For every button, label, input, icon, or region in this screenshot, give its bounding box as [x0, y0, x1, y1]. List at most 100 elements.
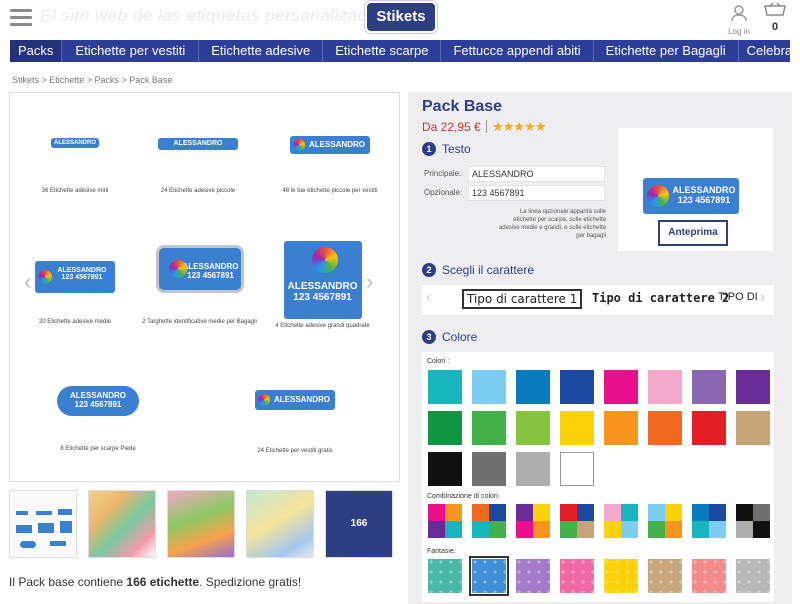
- nav-fettucce[interactable]: Fettucce appendi abiti: [441, 40, 594, 62]
- price-divider: [486, 120, 487, 133]
- combo-swatch[interactable]: [604, 504, 638, 538]
- pattern-swatch[interactable]: [736, 559, 770, 593]
- pattern-swatch[interactable]: [648, 559, 682, 593]
- main-line-input[interactable]: ALESSANDRO: [468, 166, 605, 182]
- font-option-1[interactable]: Tipo di carattere 1: [462, 289, 583, 309]
- pattern-swatch[interactable]: [428, 559, 462, 593]
- pattern-swatch[interactable]: [604, 559, 638, 593]
- step-number: 2: [422, 263, 436, 277]
- label-preview: ALESSANDRO: [255, 390, 335, 410]
- product-config-panel: Pack Base Da 22,95 € ★★★★★ 1 Testo Princi…: [408, 92, 792, 604]
- gallery-caption: 20 Etichette adesive medie: [38, 319, 112, 325]
- nav-celebrazioni[interactable]: Celebrazioni: [739, 40, 800, 62]
- thumbnail-photo-stickers[interactable]: [167, 490, 235, 558]
- section-text-header: 1 Testo: [422, 142, 471, 156]
- section-title: Testo: [442, 142, 471, 156]
- combo-swatch[interactable]: [516, 504, 550, 538]
- pack-description: Il Pack base contiene 166 etichette. Spe…: [9, 575, 302, 589]
- section-title: Colore: [442, 330, 478, 344]
- gallery-item-medium: ALESSANDRO 123 4567891 20 Etichette adesi…: [20, 261, 130, 325]
- color-swatch[interactable]: [472, 411, 506, 445]
- rating-stars[interactable]: ★★★★★: [492, 119, 546, 135]
- pattern-swatch[interactable]: [516, 559, 550, 593]
- color-swatch[interactable]: [516, 411, 550, 445]
- thumbnail-count[interactable]: 166: [325, 490, 393, 558]
- main-line-label: Principale:: [424, 169, 462, 178]
- nav-etichette-scarpe[interactable]: Etichette scarpe: [323, 40, 442, 62]
- color-swatch[interactable]: [428, 370, 462, 404]
- color-swatch[interactable]: [560, 370, 594, 404]
- gallery-caption: 24 Etichette per vestiti gratis: [257, 448, 333, 454]
- gallery-caption: 4 Etichette adesive grandi quadrate: [275, 323, 370, 329]
- color-swatch[interactable]: [736, 411, 770, 445]
- login-button[interactable]: Log in: [724, 4, 754, 36]
- login-label: Log in: [728, 27, 750, 36]
- font-prev-arrow[interactable]: ‹: [426, 289, 431, 307]
- combo-swatch[interactable]: [472, 504, 506, 538]
- thumbnail-labels[interactable]: [9, 490, 77, 558]
- optional-line-label: Opzionale:: [424, 188, 463, 197]
- nav-etichette-vestiti[interactable]: Etichette per vestiti: [62, 40, 200, 62]
- color-swatch[interactable]: [472, 452, 506, 486]
- pattern-swatch[interactable]: [469, 556, 509, 596]
- color-swatch[interactable]: [472, 370, 506, 404]
- top-bar: El sito web de las etiquetas personaliza…: [0, 0, 800, 38]
- font-option-2[interactable]: Tipo di carattere 2: [592, 291, 729, 305]
- thumbnail-photo-toys[interactable]: [88, 490, 156, 558]
- color-swatch[interactable]: [648, 370, 682, 404]
- color-swatch[interactable]: [692, 370, 726, 404]
- preview-label: ALESSANDRO 123 4567891: [643, 178, 739, 214]
- step-number: 1: [422, 142, 436, 156]
- header-banner: El sito web de las etiquetas personaliza…: [40, 6, 387, 25]
- snail-icon: [293, 139, 305, 151]
- color-swatch[interactable]: [428, 411, 462, 445]
- nav-packs[interactable]: Packs: [10, 40, 63, 62]
- label-preview: ALESSANDRO: [290, 136, 370, 154]
- gallery-next-arrow[interactable]: ›: [366, 269, 373, 295]
- combo-swatch[interactable]: [560, 504, 594, 538]
- color-swatch[interactable]: [648, 411, 682, 445]
- font-option-3[interactable]: TIPO DI: [718, 291, 758, 303]
- font-next-arrow[interactable]: ›: [760, 289, 765, 307]
- menu-icon[interactable]: [10, 9, 32, 27]
- color-swatch[interactable]: [516, 370, 550, 404]
- label-preview: ALESSANDRO: [158, 138, 238, 150]
- combo-swatch[interactable]: [648, 504, 682, 538]
- combo-swatch[interactable]: [428, 504, 462, 538]
- user-icon: [731, 5, 747, 22]
- combo-swatch[interactable]: [736, 504, 770, 538]
- gallery-item-shoe: ALESSANDRO 123 4567891 8 Etichette per sc…: [38, 386, 158, 452]
- gallery-caption: 8 Etichette per scarpe Piede: [60, 446, 136, 452]
- cart-button[interactable]: 0: [762, 2, 788, 33]
- color-swatch[interactable]: [736, 370, 770, 404]
- gallery-caption: 24 Etichette adesive piccole: [160, 188, 236, 194]
- colors-label: Colori :: [427, 358, 450, 365]
- snail-icon: [311, 247, 338, 273]
- combo-swatch[interactable]: [692, 504, 726, 538]
- main-nav: Packs Etichette per vestiti Etichette ad…: [10, 40, 800, 62]
- nav-etichette-adesive[interactable]: Etichette adesive: [199, 40, 324, 62]
- combo-label: Combinazione di colori:: [427, 493, 500, 500]
- basket-icon: [764, 2, 786, 16]
- gallery-caption: 48 le tue etichette piccole per vestiti: [282, 188, 378, 194]
- snail-icon: [647, 185, 669, 207]
- optional-line-input[interactable]: 123 4567891: [468, 185, 605, 201]
- color-swatch[interactable]: [692, 411, 726, 445]
- pattern-swatch[interactable]: [692, 559, 726, 593]
- step-number: 3: [422, 330, 436, 344]
- preview-button[interactable]: Anteprima: [658, 220, 728, 246]
- pattern-label: Fantasie:: [427, 548, 456, 555]
- gallery-item-small: ALESSANDRO 24 Etichette adesive piccole: [138, 138, 258, 194]
- color-swatch[interactable]: [604, 411, 638, 445]
- color-swatch[interactable]: [604, 370, 638, 404]
- product-gallery: ALESSANDRO 36 Etichette adesive mini ALE…: [9, 92, 400, 482]
- color-swatch[interactable]: [428, 452, 462, 486]
- stikets-logo[interactable]: Stikets: [367, 3, 435, 31]
- color-swatch[interactable]: [560, 452, 594, 486]
- product-price: Da 22,95 €: [422, 120, 481, 134]
- pattern-swatch[interactable]: [560, 559, 594, 593]
- nav-etichette-bagagli[interactable]: Etichette per Bagagli: [594, 40, 739, 62]
- thumbnail-photo-clothes[interactable]: [246, 490, 314, 558]
- color-swatch[interactable]: [516, 452, 550, 486]
- color-swatch[interactable]: [560, 411, 594, 445]
